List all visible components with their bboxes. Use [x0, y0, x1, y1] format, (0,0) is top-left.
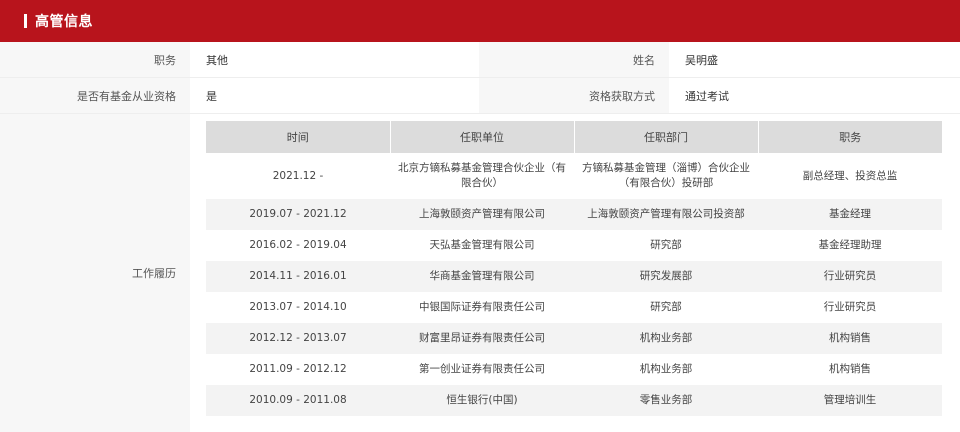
work-history-table: 时间 任职单位 任职部门 职务 2021.12 - 北京方镝私募基金管理合伙企业… [206, 121, 942, 416]
cell-company: 第一创业证券有限责任公司 [390, 354, 574, 385]
cell-department: 机构业务部 [574, 354, 758, 385]
table-row: 2011.09 - 2012.12 第一创业证券有限责任公司 机构业务部 机构销… [206, 354, 942, 385]
cell-department: 零售业务部 [574, 385, 758, 416]
table-row: 2021.12 - 北京方镝私募基金管理合伙企业（有限合伙） 方镝私募基金管理（… [206, 153, 942, 199]
cell-title: 管理培训生 [758, 385, 942, 416]
section-header: 高管信息 [0, 0, 960, 42]
cell-department: 机构业务部 [574, 323, 758, 354]
cell-time: 2010.09 - 2011.08 [206, 385, 390, 416]
cell-title: 机构销售 [758, 323, 942, 354]
cell-department: 上海敦颐资产管理有限公司投资部 [574, 199, 758, 230]
cell-time: 2012.12 - 2013.07 [206, 323, 390, 354]
cell-department: 研究部 [574, 230, 758, 261]
cell-title: 机构销售 [758, 354, 942, 385]
work-history-label: 工作履历 [0, 114, 190, 432]
cell-time: 2019.07 - 2021.12 [206, 199, 390, 230]
qual-method-label: 资格获取方式 [479, 78, 669, 113]
cell-title: 行业研究员 [758, 261, 942, 292]
cell-company: 天弘基金管理有限公司 [390, 230, 574, 261]
cell-time: 2016.02 - 2019.04 [206, 230, 390, 261]
qualified-label: 是否有基金从业资格 [0, 78, 190, 113]
table-row: 2019.07 - 2021.12 上海敦颐资产管理有限公司 上海敦颐资产管理有… [206, 199, 942, 230]
qual-method-value: 通过考试 [669, 78, 960, 113]
name-label: 姓名 [479, 42, 669, 77]
cell-department: 研究发展部 [574, 261, 758, 292]
cell-department: 研究部 [574, 292, 758, 323]
section-title: 高管信息 [35, 14, 93, 30]
column-header-department: 任职部门 [574, 121, 759, 153]
table-row: 2014.11 - 2016.01 华商基金管理有限公司 研究发展部 行业研究员 [206, 261, 942, 292]
qualified-value: 是 [190, 78, 479, 113]
table-header-row: 时间 任职单位 任职部门 职务 [206, 121, 942, 153]
position-value: 其他 [190, 42, 479, 77]
cell-time: 2021.12 - [206, 153, 390, 199]
column-header-title: 职务 [758, 121, 942, 153]
column-header-time: 时间 [206, 121, 391, 153]
cell-title: 基金经理助理 [758, 230, 942, 261]
info-row-1: 职务 其他 姓名 吴明盛 [0, 42, 960, 78]
cell-time: 2014.11 - 2016.01 [206, 261, 390, 292]
info-row-2: 是否有基金从业资格 是 资格获取方式 通过考试 [0, 78, 960, 114]
table-row: 2010.09 - 2011.08 恒生银行(中国) 零售业务部 管理培训生 [206, 385, 942, 416]
cell-title: 基金经理 [758, 199, 942, 230]
cell-time: 2011.09 - 2012.12 [206, 354, 390, 385]
work-history-row: 工作履历 时间 任职单位 任职部门 职务 2021.12 - 北京方镝私募基金管… [0, 114, 960, 432]
cell-title: 副总经理、投资总监 [758, 153, 942, 199]
cell-title: 行业研究员 [758, 292, 942, 323]
column-header-company: 任职单位 [390, 121, 575, 153]
cell-department: 方镝私募基金管理（淄博）合伙企业（有限合伙）投研部 [574, 153, 758, 199]
cell-company: 恒生银行(中国) [390, 385, 574, 416]
header-accent-bar [24, 14, 27, 28]
cell-time: 2013.07 - 2014.10 [206, 292, 390, 323]
cell-company: 华商基金管理有限公司 [390, 261, 574, 292]
table-row: 2013.07 - 2014.10 中银国际证券有限责任公司 研究部 行业研究员 [206, 292, 942, 323]
cell-company: 财富里昂证券有限责任公司 [390, 323, 574, 354]
table-row: 2012.12 - 2013.07 财富里昂证券有限责任公司 机构业务部 机构销… [206, 323, 942, 354]
position-label: 职务 [0, 42, 190, 77]
cell-company: 中银国际证券有限责任公司 [390, 292, 574, 323]
table-row: 2016.02 - 2019.04 天弘基金管理有限公司 研究部 基金经理助理 [206, 230, 942, 261]
name-value: 吴明盛 [669, 42, 960, 77]
cell-company: 上海敦颐资产管理有限公司 [390, 199, 574, 230]
cell-company: 北京方镝私募基金管理合伙企业（有限合伙） [390, 153, 574, 199]
